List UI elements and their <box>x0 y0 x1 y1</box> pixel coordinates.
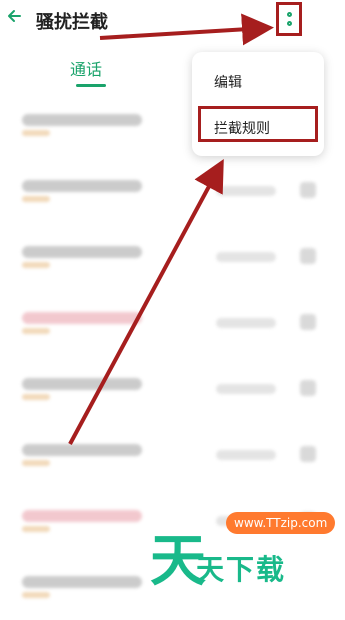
watermark-text: 天下载 <box>196 553 287 586</box>
watermark-url: www.TTzip.com <box>226 512 336 534</box>
watermark: 天 www.TTzip.com 天下载 <box>0 0 345 594</box>
blurred-tag <box>22 592 50 598</box>
